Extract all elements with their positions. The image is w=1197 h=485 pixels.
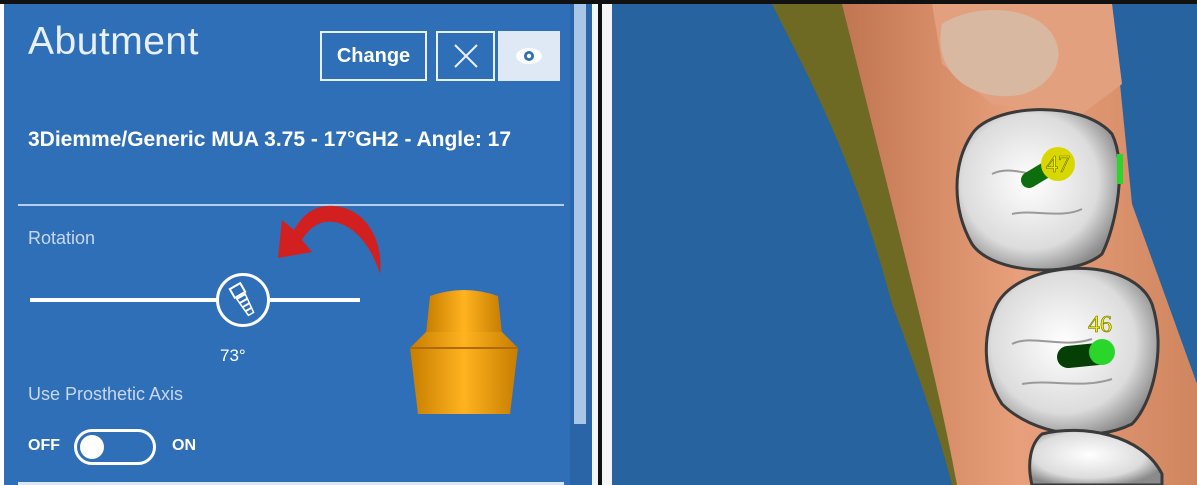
rotation-label: Rotation [28,228,96,248]
tooth-label-47: 47 [1046,152,1070,178]
rotation-value: 73° [220,346,246,365]
close-icon [453,44,478,68]
prosthetic-axis-label: Use Prosthetic Axis [28,384,184,404]
abutment-panel: Abutment Change 3Diemme/Generic MUA 3.75… [4,4,592,485]
pane-separator[interactable] [592,4,612,485]
panel-title: Abutment [28,20,199,63]
panel-scrollbar[interactable] [570,4,592,485]
eye-icon [516,48,542,64]
rotation-slider-track[interactable] [30,298,360,302]
implant-icon [228,281,255,317]
change-button[interactable]: Change [320,31,427,81]
abutment-model-name: 3Diemme/Generic MUA 3.75 - 17°GH2 - Angl… [28,128,512,151]
abutment-preview [410,290,518,414]
rotate-arrow-icon [278,205,381,274]
scrollbar-thumb[interactable] [574,4,586,424]
toggle-off-label: OFF [28,437,60,454]
3d-viewport[interactable]: 47 46 [612,4,1197,485]
tooth-label-46: 46 [1088,312,1112,338]
close-button[interactable] [436,31,495,81]
pane-separator-line [598,4,602,485]
dental-scan-render: 47 46 [772,4,1197,485]
toggle-knob [80,435,104,459]
visibility-toggle-button[interactable] [498,31,560,81]
prosthetic-axis-toggle[interactable] [74,429,156,465]
toggle-on-label: ON [172,437,196,454]
rotation-slider-knob[interactable] [216,273,270,327]
